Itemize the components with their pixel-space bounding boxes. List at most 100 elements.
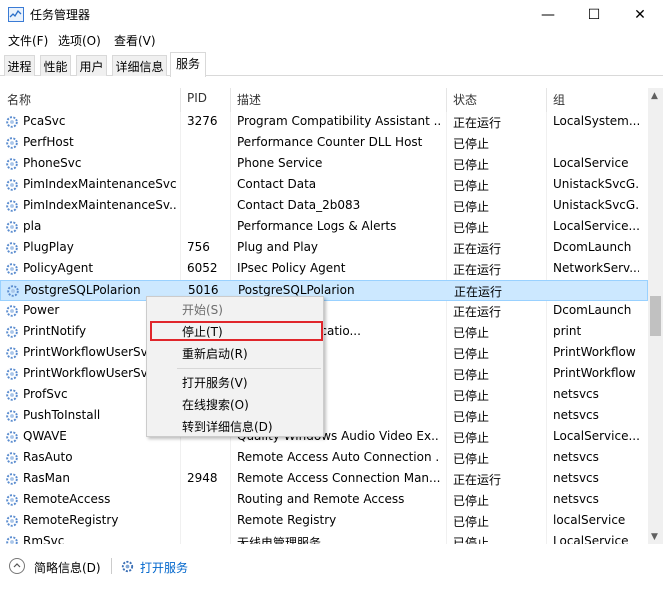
service-gear-icon <box>5 493 19 507</box>
menu-restart[interactable]: 重新启动(R) <box>182 345 248 362</box>
service-status: 已停止 <box>453 200 490 214</box>
service-row[interactable]: PimIndexMaintenanceSvc Contact Data 已停止 Uni… <box>0 175 648 196</box>
service-row[interactable]: PerfHost Performance Counter DLL Host 已停止 <box>0 133 648 154</box>
menu-file[interactable]: 文件(F) <box>8 32 48 49</box>
service-row[interactable]: PlugPlay 756 Plug and Play 正在运行 DcomLaunch <box>0 238 648 259</box>
tab-processes[interactable]: 进程 <box>4 55 35 76</box>
service-row[interactable]: PostgreSQLPolarion 5016 PostgreSQLPolarion… <box>0 280 648 301</box>
service-description: Contact Data_2b083 <box>237 198 361 212</box>
service-group: UnistackSvcG... <box>553 198 639 212</box>
service-row[interactable]: RemoteAccess Routing and Remote Access 已停止… <box>0 490 648 511</box>
close-button[interactable]: ✕ <box>617 0 663 30</box>
service-gear-icon <box>5 535 19 544</box>
service-row[interactable]: PcaSvc 3276 Program Compatibility Assistan… <box>0 112 648 133</box>
tab-performance[interactable]: 性能 <box>40 55 71 76</box>
service-name: pla <box>23 219 42 233</box>
open-services-link[interactable]: 打开服务 <box>140 559 188 576</box>
minimize-button[interactable]: — <box>525 0 571 30</box>
header-divider <box>230 88 231 112</box>
service-row[interactable]: RasAuto Remote Access Auto Connection ...… <box>0 448 648 469</box>
service-status: 正在运行 <box>453 263 502 277</box>
chevron-up-icon[interactable] <box>9 558 25 574</box>
service-group: localService <box>553 513 626 527</box>
col-group[interactable]: 组 <box>553 91 565 108</box>
service-description: Contact Data <box>237 177 317 191</box>
service-status: 已停止 <box>453 326 490 340</box>
header-divider <box>446 88 447 112</box>
service-gear-icon <box>5 388 19 402</box>
col-pid[interactable]: PID <box>187 91 207 105</box>
service-group: netsvcs <box>553 492 599 506</box>
service-pid: 756 <box>187 240 210 254</box>
service-row[interactable]: PhoneSvc Phone Service 已停止 LocalService <box>0 154 648 175</box>
service-status: 已停止 <box>453 158 490 172</box>
services-list: ^ 名称 PID 描述 状态 组 PcaSvc 3276 Program Compa… <box>0 88 663 544</box>
col-description[interactable]: 描述 <box>237 91 261 108</box>
vertical-scrollbar[interactable]: ▲ ▼ <box>648 88 663 544</box>
scroll-down-icon[interactable]: ▼ <box>651 532 658 542</box>
menu-go-to-details[interactable]: 转到详细信息(D) <box>182 418 273 435</box>
service-description: Remote Access Auto Connection ... <box>237 450 440 464</box>
service-status: 已停止 <box>453 179 490 193</box>
service-row[interactable]: QWAVE Quality Windows Audio Video Ex... 已停… <box>0 427 648 448</box>
service-row[interactable]: pla Performance Logs & Alerts 已停止 LocalServ… <box>0 217 648 238</box>
service-row[interactable]: PrintWorkflowUserSvc2b083已停止PrintWorkflo… <box>0 364 648 385</box>
service-group: netsvcs <box>553 408 599 422</box>
service-gear-icon <box>5 514 19 528</box>
fewer-details-button[interactable]: 简略信息(D) <box>34 559 101 576</box>
service-row[interactable]: PrintNotifyens and Notificatio...已停止prin… <box>0 322 648 343</box>
stop-highlight-box <box>150 321 323 341</box>
service-row[interactable]: PolicyAgent 6052 IPsec Policy Agent 正在运行 Net… <box>0 259 648 280</box>
tab-services[interactable]: 服务 <box>170 52 206 77</box>
service-row[interactable]: RemoteRegistry Remote Registry 已停止 localSer… <box>0 511 648 532</box>
tab-details[interactable]: 详细信息 <box>112 55 167 76</box>
service-name: PostgreSQLPolarion <box>24 283 141 297</box>
service-row[interactable]: PushToInstallToInstall 服务已停止netsvcs <box>0 406 648 427</box>
service-name: RmSvc <box>23 534 65 544</box>
scroll-up-icon[interactable]: ▲ <box>651 91 658 101</box>
service-row[interactable]: RasMan 2948 Remote Access Connection Man..… <box>0 469 648 490</box>
service-rows: PcaSvc 3276 Program Compatibility Assistan… <box>0 112 648 544</box>
menu-open-services[interactable]: 打开服务(V) <box>182 374 248 391</box>
col-status[interactable]: 状态 <box>453 91 477 108</box>
service-status: 已停止 <box>453 389 490 403</box>
service-name: RemoteRegistry <box>23 513 119 527</box>
scrollbar-thumb[interactable] <box>650 296 661 336</box>
header-divider <box>546 88 547 112</box>
maximize-button[interactable]: ☐ <box>571 0 617 30</box>
footer-divider <box>111 558 112 574</box>
service-description: Performance Counter DLL Host <box>237 135 423 149</box>
tab-users[interactable]: 用户 <box>76 55 107 76</box>
service-row[interactable]: RmSvc 无线电管理服务 已停止 LocalService <box>0 532 648 544</box>
service-name: PcaSvc <box>23 114 66 128</box>
menu-view[interactable]: 查看(V) <box>114 32 156 49</box>
service-row[interactable]: ProfSvcrvice已停止netsvcs <box>0 385 648 406</box>
service-group: netsvcs <box>553 450 599 464</box>
service-status: 已停止 <box>453 347 490 361</box>
service-name: RasAuto <box>23 450 73 464</box>
service-row[interactable]: PimIndexMaintenanceSv... Contact Data_2b0… <box>0 196 648 217</box>
service-group: NetworkServ... <box>553 261 639 275</box>
service-description: 无线电管理服务 <box>237 536 322 544</box>
menu-options[interactable]: 选项(O) <box>58 32 101 49</box>
service-name: PerfHost <box>23 135 74 149</box>
service-status: 已停止 <box>453 410 490 424</box>
window-title: 任务管理器 <box>30 8 91 22</box>
menu-separator <box>177 368 321 369</box>
service-group: LocalService <box>553 156 629 170</box>
services-gear-icon[interactable] <box>120 559 135 574</box>
menu-search-online[interactable]: 在线搜索(O) <box>182 396 249 413</box>
service-gear-icon <box>6 284 20 298</box>
task-manager-icon <box>8 7 24 22</box>
service-name: RasMan <box>23 471 70 485</box>
menu-start: 开始(S) <box>182 303 223 317</box>
service-name: PimIndexMaintenanceSv... <box>23 198 178 212</box>
service-name: PimIndexMaintenanceSvc <box>23 177 177 191</box>
service-row[interactable]: PrintWorkflowUserSvc 已停止 PrintWorkflow <box>0 343 648 364</box>
service-gear-icon <box>5 409 19 423</box>
service-group: LocalService... <box>553 219 639 233</box>
col-name[interactable]: 名称 <box>7 91 31 108</box>
service-gear-icon <box>5 304 19 318</box>
service-row[interactable]: Power 正在运行 DcomLaunch <box>0 301 648 322</box>
service-group: PrintWorkflow <box>553 345 636 359</box>
